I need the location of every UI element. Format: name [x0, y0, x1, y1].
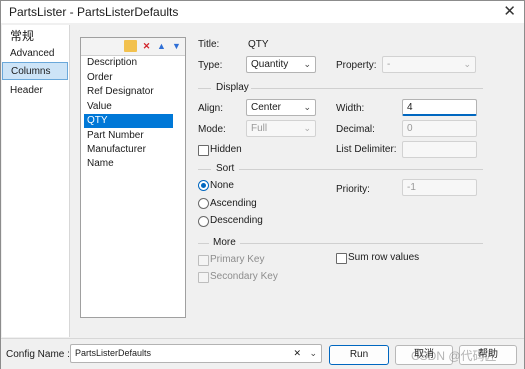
clear-icon[interactable]: ✕: [293, 345, 301, 362]
title-bar: PartsLister - PartsListerDefaults ✕: [1, 1, 524, 23]
footer-bar: Config Name : PartsListerDefaults ✕ ⌄ Ru…: [1, 338, 524, 369]
config-name-label: Config Name :: [6, 349, 70, 360]
dialog-window: PartsLister - PartsListerDefaults ✕ 常规 A…: [0, 0, 525, 369]
list-delimiter-input[interactable]: [402, 141, 477, 158]
config-name-input[interactable]: PartsListerDefaults ✕ ⌄: [70, 344, 322, 363]
sidebar-item-header[interactable]: Header: [2, 82, 68, 100]
property-select-value: -: [387, 59, 391, 70]
align-select-value: Center: [251, 102, 282, 113]
columns-list: ✕ ▲ ▼ Description Order Ref Designator V…: [80, 37, 186, 318]
sidebar: 常规 Advanced Columns Header: [2, 25, 70, 337]
chevron-down-icon: ⌄: [303, 123, 311, 133]
secondary-key-checkbox[interactable]: [198, 272, 209, 283]
type-select-value: Quantity: [251, 59, 289, 70]
list-item[interactable]: Manufacturer Name: [84, 143, 173, 169]
width-label: Width:: [336, 103, 365, 114]
config-name-value: PartsListerDefaults: [75, 348, 152, 358]
sort-group-line: [239, 169, 483, 170]
chevron-down-icon: ⌄: [303, 59, 311, 69]
list-item[interactable]: Description: [84, 56, 173, 70]
sort-none-radio[interactable]: [198, 180, 209, 191]
decimal-label: Decimal:: [336, 124, 375, 135]
sidebar-item-general[interactable]: 常规: [2, 27, 68, 45]
width-input[interactable]: 4: [402, 99, 477, 116]
columns-list-toolbar: ✕ ▲ ▼: [81, 38, 185, 56]
list-item[interactable]: Value: [84, 100, 173, 114]
title-label: Title:: [198, 39, 220, 50]
sidebar-item-columns[interactable]: Columns: [2, 62, 68, 80]
type-select[interactable]: Quantity ⌄: [246, 56, 316, 73]
chevron-down-icon: ⌄: [463, 59, 471, 69]
sort-none-label: None: [210, 180, 234, 191]
sort-group-line: [198, 169, 211, 170]
mode-select[interactable]: Full ⌄: [246, 120, 316, 137]
sort-ascending-label: Ascending: [210, 198, 257, 209]
list-item[interactable]: Order: [84, 71, 173, 85]
list-item[interactable]: Part Number: [84, 129, 173, 143]
sort-group-label: Sort: [216, 163, 235, 174]
property-select[interactable]: - ⌄: [382, 56, 476, 73]
display-group-label: Display: [216, 82, 249, 93]
mode-label: Mode:: [198, 124, 226, 135]
run-button[interactable]: Run: [329, 345, 389, 365]
watermark: CSDN @代码匠: [411, 349, 497, 363]
align-select[interactable]: Center ⌄: [246, 99, 316, 116]
hidden-label: Hidden: [210, 144, 242, 155]
primary-key-checkbox[interactable]: [198, 255, 209, 266]
close-icon[interactable]: ✕: [503, 2, 516, 20]
more-group-line: [198, 243, 209, 244]
priority-label: Priority:: [336, 184, 370, 195]
move-up-icon[interactable]: ▲: [155, 40, 168, 52]
list-delimiter-label: List Delimiter:: [336, 144, 397, 155]
priority-input[interactable]: -1: [402, 179, 477, 196]
list-item[interactable]: Ref Designator: [84, 85, 173, 99]
more-group-label: More: [213, 237, 236, 248]
list-item-selected[interactable]: QTY: [84, 114, 173, 128]
property-label: Property:: [336, 60, 377, 71]
sidebar-item-advanced[interactable]: Advanced: [2, 45, 68, 63]
decimal-input[interactable]: 0: [402, 120, 477, 137]
chevron-down-icon: ⌄: [303, 102, 311, 112]
display-group-line: [198, 88, 211, 89]
sort-descending-radio[interactable]: [198, 216, 209, 227]
display-group-line: [251, 88, 483, 89]
folder-icon[interactable]: [124, 40, 137, 52]
sum-row-values-checkbox[interactable]: [336, 253, 347, 264]
sort-ascending-radio[interactable]: [198, 198, 209, 209]
sort-descending-label: Descending: [210, 215, 263, 226]
align-label: Align:: [198, 103, 224, 114]
mode-select-value: Full: [251, 123, 268, 134]
secondary-key-label: Secondary Key: [210, 271, 278, 282]
window-title: PartsLister - PartsListerDefaults: [9, 5, 179, 19]
delete-icon[interactable]: ✕: [140, 40, 153, 52]
move-down-icon[interactable]: ▼: [170, 40, 183, 52]
primary-key-label: Primary Key: [210, 254, 265, 265]
more-group-line: [240, 243, 483, 244]
title-value: QTY: [248, 39, 269, 50]
hidden-checkbox[interactable]: [198, 145, 209, 156]
sum-row-values-label: Sum row values: [348, 252, 420, 263]
chevron-down-icon[interactable]: ⌄: [309, 345, 317, 362]
type-label: Type:: [198, 60, 223, 71]
